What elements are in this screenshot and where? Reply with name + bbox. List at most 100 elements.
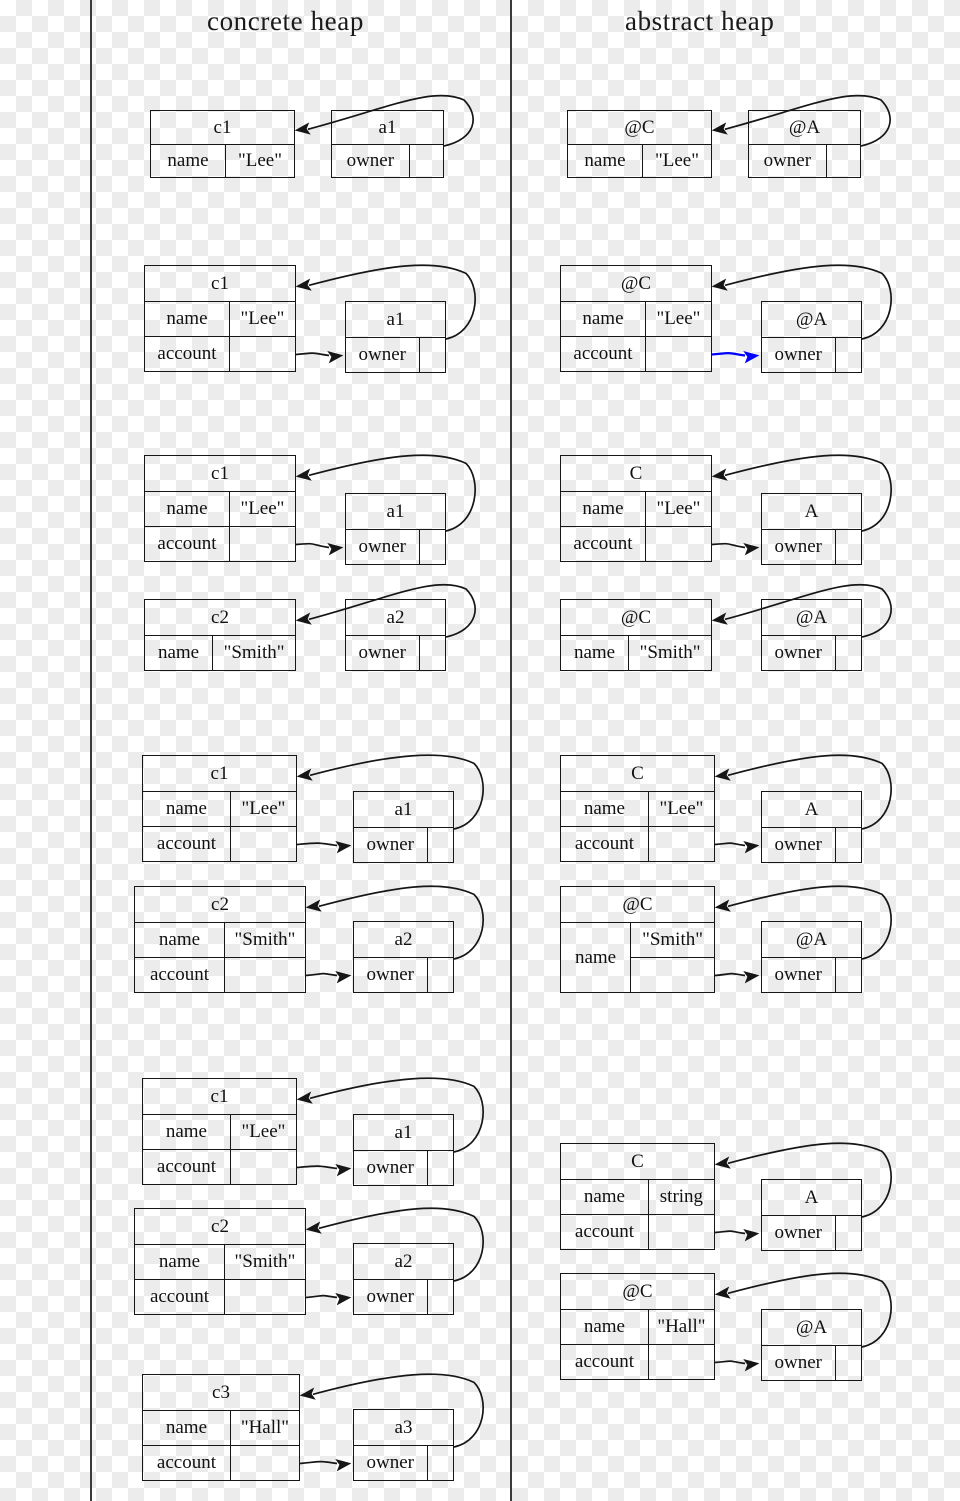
- object-title: c2: [134, 1208, 306, 1245]
- object-title: C: [560, 755, 715, 792]
- field-value: "Lee": [229, 1115, 296, 1149]
- field-label: name: [165, 1417, 208, 1438]
- field-row: account: [144, 527, 296, 562]
- field-row: owner: [331, 145, 444, 178]
- field-label: owner: [774, 964, 822, 985]
- arrowhead: [305, 899, 322, 912]
- object-title: a2: [353, 1243, 454, 1280]
- field-row: account: [134, 958, 306, 993]
- object-box: @C name "Smith": [560, 599, 712, 671]
- field-value: "Lee": [229, 792, 296, 826]
- header-abstract-heap: abstract heap: [625, 6, 775, 36]
- field-label: owner: [774, 1352, 822, 1373]
- arrowhead: [327, 351, 344, 364]
- field-row: owner: [345, 530, 446, 565]
- field-label: account: [156, 1452, 216, 1473]
- field-row: name "Hall": [142, 1411, 300, 1446]
- field-value: [228, 337, 295, 371]
- field-row: owner: [761, 828, 862, 863]
- object-title: a3: [353, 1409, 454, 1446]
- field-row: name "Smith": [144, 636, 296, 671]
- field-row: name "Hall": [560, 1310, 715, 1345]
- field-value: "Smith": [223, 923, 305, 957]
- object-title: c2: [144, 599, 296, 636]
- arrowhead: [743, 841, 760, 854]
- arrowhead: [714, 768, 731, 781]
- field-row: name "Smith": [134, 923, 306, 958]
- field-label: name: [583, 1316, 625, 1337]
- field-label: owner: [774, 642, 822, 663]
- field-label: owner: [774, 834, 822, 855]
- arrowhead: [305, 1221, 322, 1234]
- field-label: account: [574, 1351, 634, 1372]
- field-value: "Lee": [641, 145, 711, 177]
- field-value: "Lee": [224, 145, 294, 177]
- field-value: "Hall": [647, 1310, 714, 1344]
- object-title: c1: [144, 455, 296, 492]
- field-label: name: [582, 308, 624, 329]
- field-value: [229, 1446, 299, 1480]
- field-row: owner: [353, 1280, 454, 1315]
- field-value: [229, 1150, 296, 1184]
- field-label: owner: [763, 150, 812, 171]
- field-label: name: [583, 798, 625, 819]
- object-box: @C name "Smith": [560, 886, 715, 993]
- field-row: name "Lee": [150, 145, 295, 178]
- field-value: [834, 1216, 861, 1250]
- object-box: @A owner: [761, 599, 862, 671]
- field-label: account: [573, 343, 633, 364]
- object-title: @A: [761, 599, 862, 636]
- field-label: owner: [366, 1286, 414, 1307]
- highlight-pointer-arrow: [711, 352, 746, 357]
- field-value: [426, 1280, 453, 1314]
- object-title: c1: [142, 755, 297, 792]
- field-value: [834, 636, 861, 670]
- field-label: name: [573, 642, 616, 663]
- field-row: owner: [761, 636, 862, 671]
- field-row: name "Lee": [144, 302, 296, 337]
- arrowhead: [335, 1459, 352, 1472]
- arrowhead: [294, 122, 311, 135]
- field-value: "Lee": [644, 302, 711, 336]
- field-row: owner: [761, 338, 862, 373]
- field-label: name: [166, 498, 208, 519]
- field-value: "Lee": [644, 492, 711, 526]
- field-value: [834, 828, 861, 862]
- field-label: account: [157, 343, 217, 364]
- arrowhead: [711, 122, 728, 135]
- field-row: owner: [345, 636, 446, 671]
- field-row: account: [134, 1280, 306, 1315]
- object-title: @C: [560, 886, 715, 923]
- arrowhead: [743, 971, 760, 984]
- field-value: string: [647, 1180, 714, 1214]
- field-value: [418, 530, 445, 564]
- object-box: @C name "Hall" account: [560, 1273, 715, 1380]
- field-row: name string: [560, 1180, 715, 1215]
- field-row: owner: [761, 1216, 862, 1251]
- field-row: owner: [345, 338, 446, 373]
- field-label: account: [574, 833, 634, 854]
- field-row: account: [560, 337, 712, 372]
- field-label: owner: [358, 536, 406, 557]
- pointer-arrow: [295, 352, 330, 357]
- field-label: account: [574, 1221, 634, 1242]
- pointer-arrow: [299, 1460, 338, 1465]
- object-box: a1 owner: [331, 110, 444, 178]
- arrowhead: [711, 468, 728, 481]
- field-label: owner: [366, 1157, 414, 1178]
- arrowhead: [743, 1359, 760, 1372]
- field-label: account: [573, 533, 633, 554]
- arrowhead: [714, 1156, 731, 1169]
- field-row: name "Lee": [560, 792, 715, 827]
- field-label: owner: [358, 344, 406, 365]
- object-box: c1 name "Lee" account: [142, 755, 297, 862]
- arrowhead: [295, 612, 312, 625]
- object-box: a3 owner: [353, 1409, 454, 1481]
- field-label: name: [165, 798, 207, 819]
- field-value: [825, 145, 860, 177]
- field-value: [426, 828, 453, 862]
- field-label: owner: [366, 1452, 414, 1473]
- object-box: a2 owner: [353, 1243, 454, 1315]
- object-box: Cname "Lee" account: [560, 755, 715, 862]
- object-title: c1: [142, 1078, 297, 1115]
